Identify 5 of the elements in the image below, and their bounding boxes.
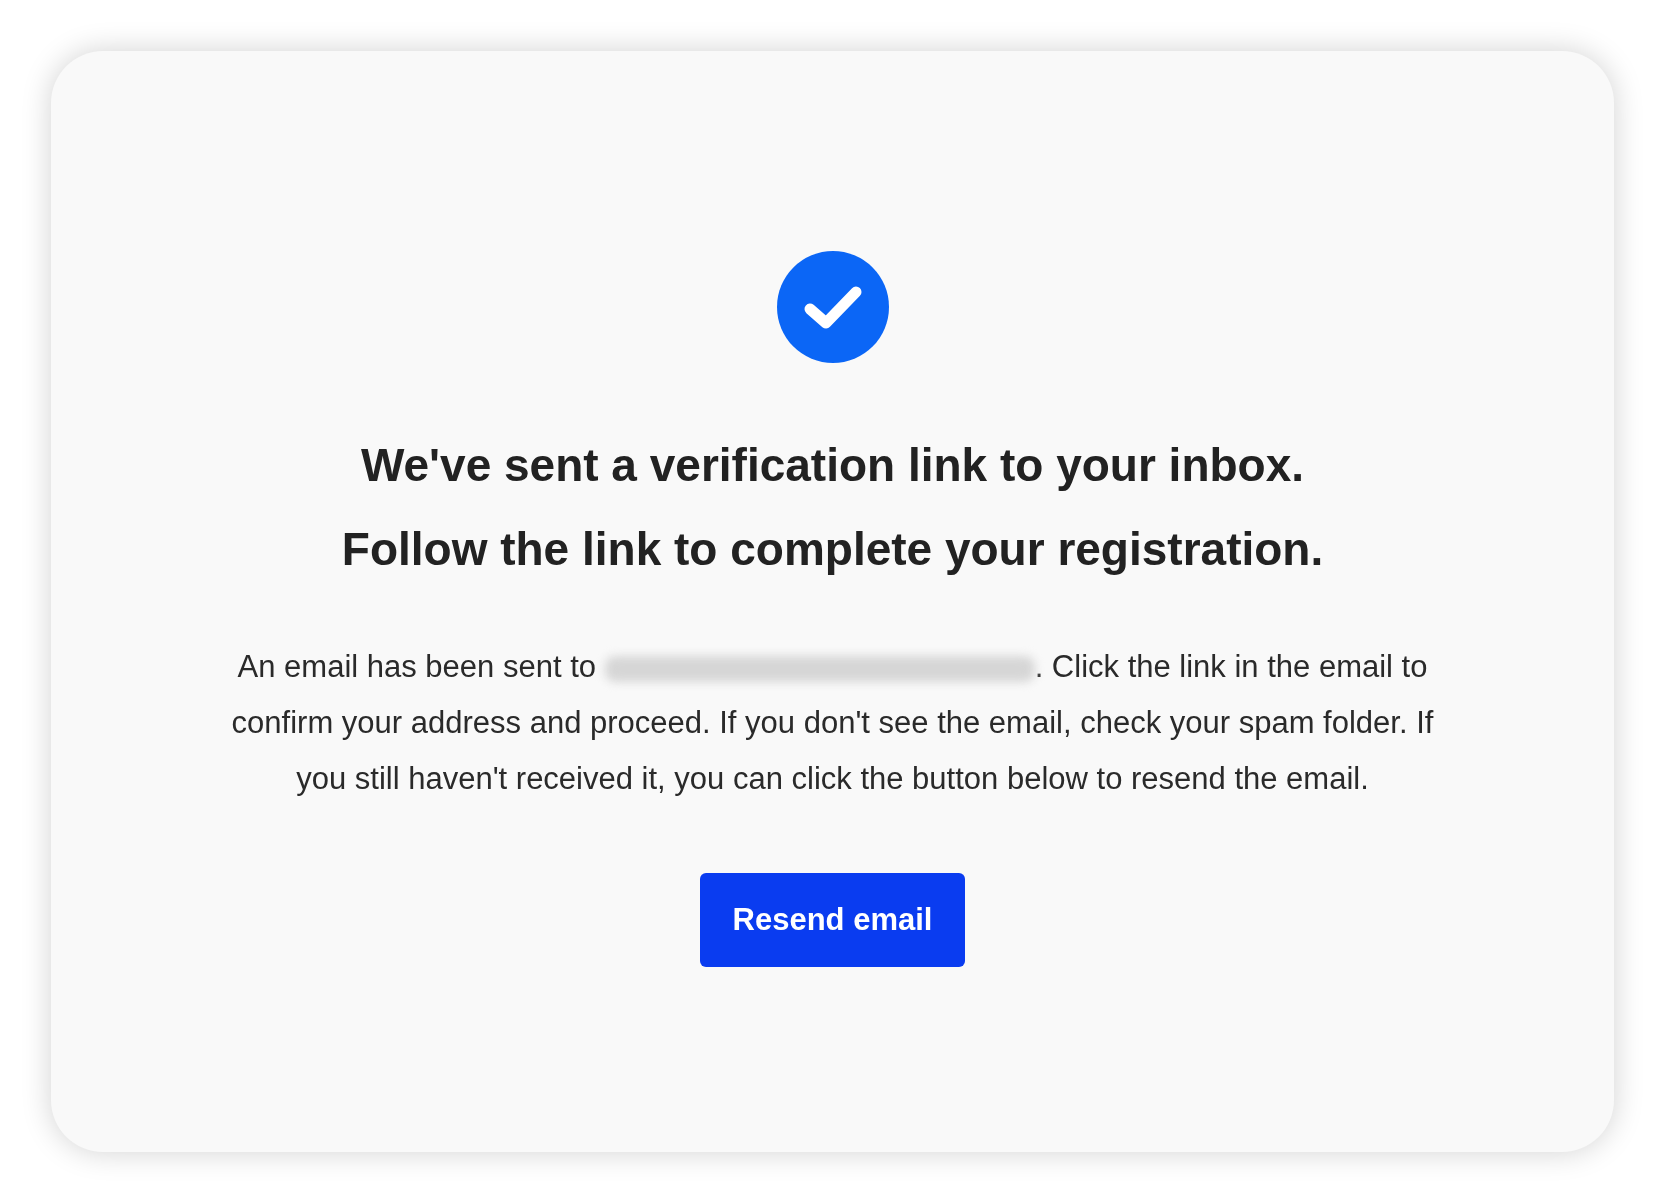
resend-email-button[interactable]: Resend email <box>700 873 965 967</box>
heading: Follow the link to complete your registration. <box>341 522 1324 577</box>
body-text: An email has been sent to . Click the link in the email to confirm your address and proceed. If you don't see the email, check your spam folder. If you still haven't received it, you can click the button below to resend the email. <box>230 648 1435 798</box>
check-circle-icon <box>776 251 889 363</box>
heading: We've sent a verification link to your inbox. <box>360 438 1305 493</box>
